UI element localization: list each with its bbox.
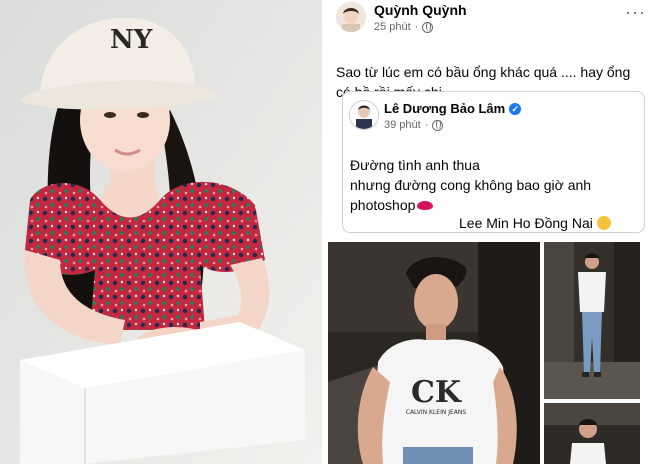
shared-post-card[interactable]: Lê Dương Bảo Lâm ✓ 39 phút · Đường tình … — [342, 91, 645, 233]
shared-post-text: Đường tình anh thua nhưng đường cong khô… — [350, 155, 640, 215]
shirt-text: CALVIN KLEIN JEANS — [406, 409, 467, 416]
verified-badge-icon: ✓ — [509, 102, 522, 115]
globe-icon — [432, 119, 444, 131]
avatar[interactable] — [336, 2, 366, 32]
shared-line-3: photoshop — [350, 195, 640, 215]
shared-author-avatar[interactable] — [349, 100, 379, 130]
shared-line-1: Đường tình anh thua — [350, 157, 480, 173]
winking-face-emoji — [596, 216, 611, 230]
post-header: Quỳnh Quỳnh 25 phút · ··· — [336, 0, 646, 38]
kiss-mark-emoji — [417, 201, 434, 210]
shared-post-timestamp[interactable]: 39 phút — [384, 119, 421, 131]
post-timestamp[interactable]: 25 phút — [374, 21, 411, 33]
post-meta: 25 phút · — [374, 21, 434, 33]
shared-photo-side-bottom[interactable] — [544, 403, 640, 464]
man-photo-standing — [544, 242, 640, 399]
avatar-image — [336, 2, 366, 32]
shared-post-header: Lê Dương Bảo Lâm ✓ 39 phút · — [349, 100, 629, 134]
shared-line-2: nhưng đường cong không bao giờ anh — [350, 177, 592, 193]
left-photo-woman: NY — [0, 0, 322, 464]
shared-post-meta: 39 phút · — [384, 119, 444, 131]
shared-post-signature: Lee Min Ho Đồng Nai — [459, 215, 611, 231]
hat-logo: NY — [110, 25, 153, 55]
shared-avatar-image — [350, 101, 378, 129]
facebook-post: Quỳnh Quỳnh 25 phút · ··· Sao từ lúc em … — [322, 0, 656, 464]
post-author-name[interactable]: Quỳnh Quỳnh — [374, 2, 467, 18]
man-photo-main: CK CALVIN KLEIN JEANS — [328, 242, 540, 464]
more-options-icon[interactable]: ··· — [625, 2, 646, 23]
globe-icon — [422, 21, 434, 33]
shirt-logo: CK — [411, 375, 462, 410]
man-photo-closeup — [544, 403, 640, 464]
shared-photo-main[interactable]: CK CALVIN KLEIN JEANS — [328, 242, 540, 464]
woman-photo-illustration: NY — [0, 0, 322, 464]
shared-photo-side-top[interactable] — [544, 242, 640, 399]
shared-author-name[interactable]: Lê Dương Bảo Lâm ✓ — [384, 101, 522, 116]
